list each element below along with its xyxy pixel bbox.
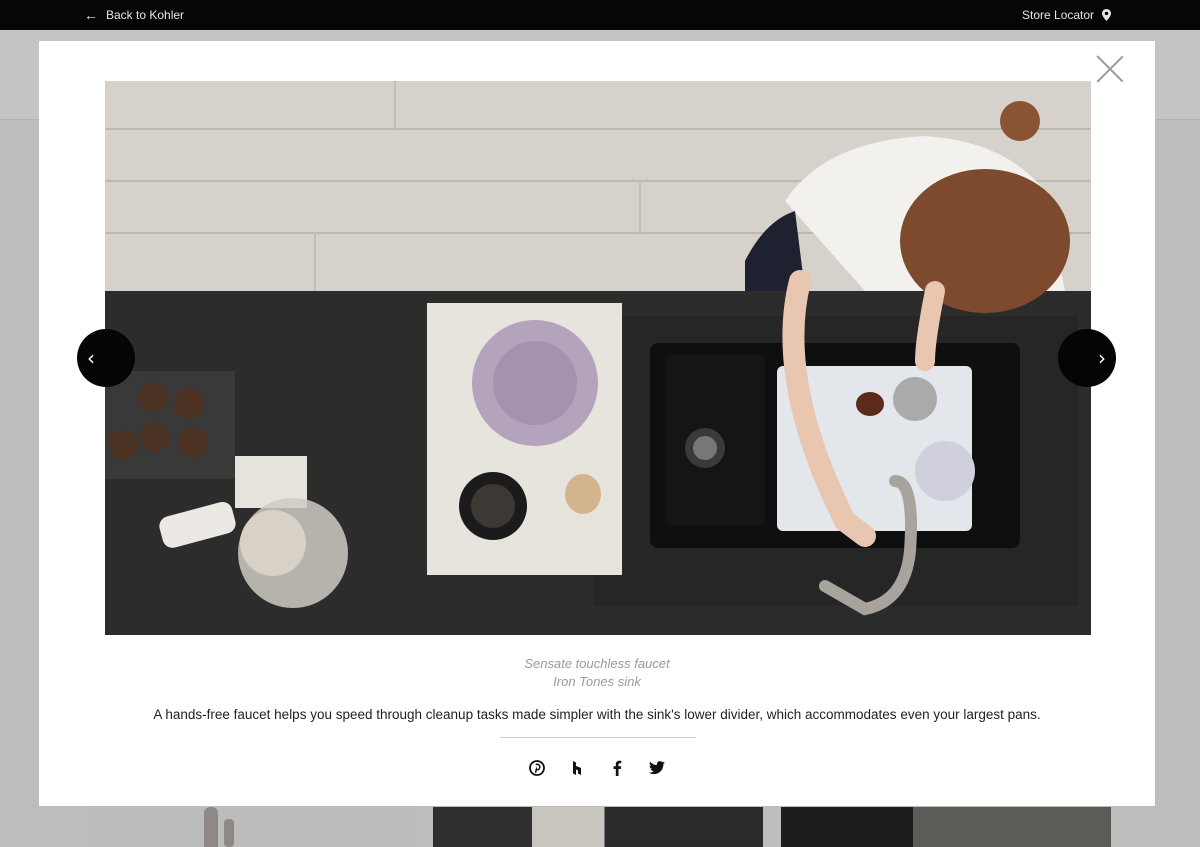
close-icon[interactable] (1097, 56, 1123, 82)
faucet-handle-shape (224, 819, 234, 847)
kitchen-photo-illustration (105, 81, 1091, 635)
twitter-icon[interactable] (647, 758, 667, 778)
share-icons (527, 758, 667, 778)
chevron-left-icon: ‹ (87, 346, 95, 370)
gallery-photo (105, 81, 1091, 635)
facebook-icon[interactable] (607, 758, 627, 778)
gallery-modal: Sensate touchless faucet Iron Tones sink… (39, 41, 1155, 806)
divider (500, 737, 696, 738)
chevron-right-icon: › (1098, 346, 1106, 370)
caption-sink: Iron Tones sink (553, 674, 641, 689)
background-thumbnail-faucet[interactable] (84, 807, 414, 847)
store-locator-label: Store Locator (1022, 8, 1095, 22)
back-to-kohler-link[interactable]: ← Back to Kohler (84, 8, 184, 22)
previous-image-button[interactable]: ‹ (77, 329, 135, 387)
caption-product: Sensate touchless faucet (524, 656, 670, 671)
background-thumbnail-dark[interactable] (781, 807, 1111, 847)
arrow-left-icon: ← (84, 7, 98, 23)
back-link-label: Back to Kohler (106, 8, 185, 22)
photo-description: A hands-free faucet helps you speed thro… (153, 707, 1041, 722)
faucet-shape (204, 807, 218, 847)
map-pin-icon (1102, 9, 1112, 21)
store-locator-link[interactable]: Store Locator (1022, 8, 1112, 22)
background-thumbnail-kitchen[interactable] (433, 807, 763, 847)
top-bar: ← Back to Kohler Store Locator (0, 0, 1200, 30)
pinterest-icon[interactable] (527, 758, 547, 778)
next-image-button[interactable]: › (1058, 329, 1116, 387)
houzz-icon[interactable] (567, 758, 587, 778)
